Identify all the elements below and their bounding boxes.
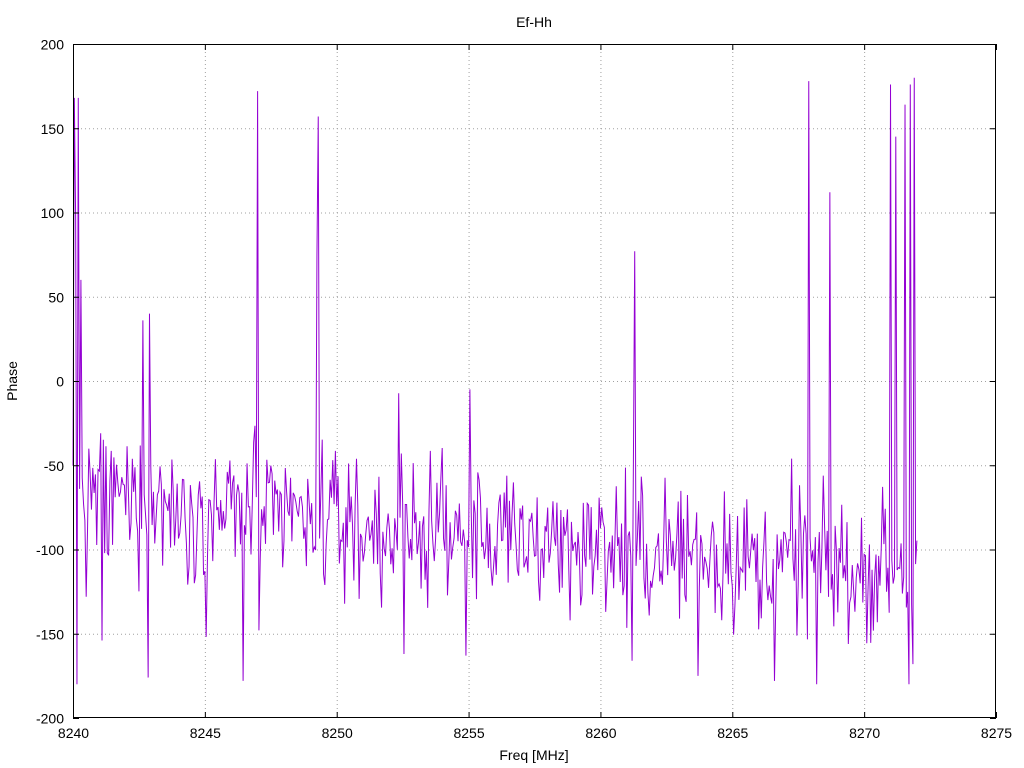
x-axis-label: Freq [MHz] xyxy=(499,747,568,763)
y-tick-label: 100 xyxy=(41,205,65,221)
x-tick-label: 8265 xyxy=(717,725,748,741)
x-tick-label: 8270 xyxy=(849,725,880,741)
series-line xyxy=(72,77,918,685)
phase-chart: 8240 8245 8250 8255 8260 8265 8270 8275 -200 -15… xyxy=(4,14,1012,763)
y-tick-label: 0 xyxy=(56,374,64,390)
chart-title: Ef-Hh xyxy=(516,14,552,30)
y-tick-label: 200 xyxy=(41,37,65,53)
x-tick-label: 8255 xyxy=(453,725,484,741)
y-axis-label: Phase xyxy=(4,361,20,401)
y-tick-label: -100 xyxy=(36,542,64,558)
y-tick-label: 150 xyxy=(41,121,65,137)
y-tick-label: -150 xyxy=(36,626,64,642)
y-tick-label: -200 xyxy=(36,711,64,727)
grid-lines xyxy=(73,44,996,718)
x-tick-labels: 8240 8245 8250 8255 8260 8265 8270 8275 xyxy=(58,725,1012,741)
x-tick-label: 8260 xyxy=(585,725,616,741)
y-tick-label: 50 xyxy=(48,289,64,305)
x-tick-label: 8245 xyxy=(190,725,221,741)
x-tick-label: 8275 xyxy=(981,725,1012,741)
y-tick-labels: -200 -150 -100 -50 0 50 100 150 200 xyxy=(36,37,64,727)
x-tick-label: 8250 xyxy=(322,725,353,741)
x-tick-label: 8240 xyxy=(58,725,89,741)
y-tick-label: -50 xyxy=(44,458,64,474)
phase-line xyxy=(72,77,918,685)
